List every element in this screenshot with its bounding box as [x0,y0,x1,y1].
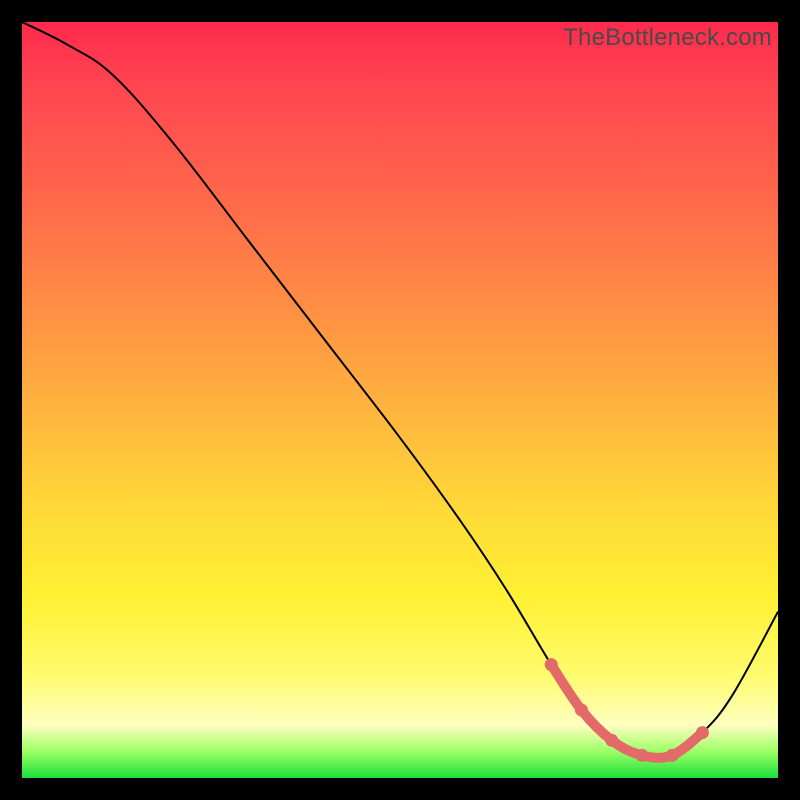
optimal-range-dot [605,734,618,747]
chart-svg [22,22,778,778]
plot-area: TheBottleneck.com [22,22,778,778]
optimal-range-dot [666,749,679,762]
optimal-range-dot [575,703,588,716]
optimal-range-highlight [551,665,702,758]
optimal-range-dot [545,658,558,671]
optimal-range-dot [696,726,709,739]
chart-canvas: TheBottleneck.com [0,0,800,800]
bottleneck-curve [22,22,778,758]
optimal-range-dot [635,749,648,762]
